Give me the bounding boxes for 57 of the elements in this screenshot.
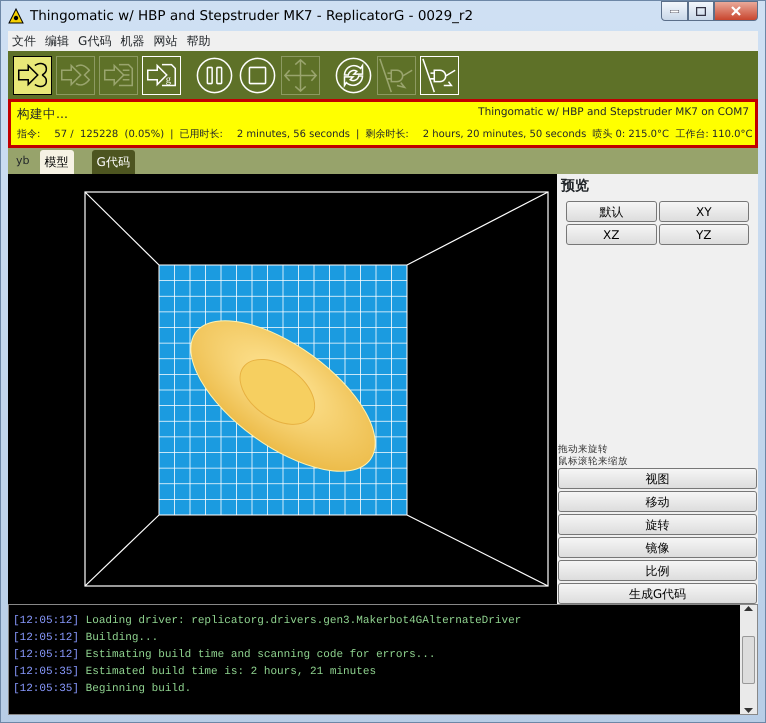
log-line: [12:05:35] Beginning build. [13,682,192,697]
tab[interactable]: G代码 [92,150,135,174]
field-value: 57 / 125228 (0.05%) [54,128,164,142]
menu-item[interactable]: 编辑 [45,32,69,50]
action-button[interactable]: 旋转 [558,514,757,535]
stop-icon [239,56,276,94]
log-line: [12:05:35] Estimated build time is: 2 hours, 21 minutes [13,665,378,680]
window-title: Thingomatic w/ HBP and Stepstruder MK7 - ReplicatorG - 0029_r2 [30,6,474,26]
action-button[interactable]: 移动 [558,491,757,512]
toolbar-button[interactable] [13,56,52,94]
log-line: [12:05:12] Estimating build time and scanning code for errors... [13,648,436,663]
close-button[interactable] [714,1,758,21]
hint-text: 鼠标滚轮来缩放 [558,456,629,468]
toolbar-button[interactable]: g [142,56,181,94]
separator: | [170,128,174,142]
field-value: 2 hours, 20 minutes, 50 seconds [422,128,586,142]
action-button[interactable]: 比例 [558,560,757,581]
scroll-up-icon[interactable] [744,605,753,611]
minimize-button[interactable] [661,1,688,21]
menu-item[interactable]: G代码 [78,32,112,50]
menu-item[interactable]: 机器 [120,32,144,50]
temperature-readout: 喷头 0: 215.0°C 工作台: 110.0°C [592,128,753,142]
plug-icon [421,56,458,94]
field-label: 剩余时长: [365,128,409,142]
menu-item[interactable]: 文件 [12,32,36,50]
tab[interactable]: 模型 [40,150,74,174]
maximize-button[interactable] [688,1,714,21]
action-button[interactable]: 镜像 [558,537,757,558]
minimize-icon [670,10,679,12]
app-icon [8,8,24,24]
plug-icon [378,56,415,94]
view-button[interactable]: XY [658,201,749,222]
four-arrows-icon [282,56,319,94]
separator: | [356,128,360,142]
action-button[interactable]: 生成G代码 [558,583,757,604]
refresh-icon [335,56,372,94]
field-label: 已用时长: [179,128,223,142]
maximize-icon [696,6,706,16]
view-button[interactable]: 默认 [566,201,656,222]
scrollbar[interactable] [740,605,757,714]
menu-item[interactable]: 帮助 [186,32,210,50]
action-button[interactable]: 视图 [558,468,757,489]
log-line: [12:05:12] Building... [13,631,160,646]
field-label: 指令: [17,128,40,142]
hint-text: 拖动来旋转 [558,444,609,456]
panel-title: 预览 [561,177,590,196]
view-button[interactable]: YZ [658,224,749,245]
machine-tag: yb [16,152,30,170]
field-value: 2 minutes, 56 seconds [236,128,350,142]
close-icon [731,6,741,16]
view-button[interactable]: XZ [566,224,656,245]
pause-icon [196,56,233,94]
scroll-down-icon[interactable] [744,708,753,714]
build-state: 构建中... [17,105,68,124]
log-line: [12:05:12] Loading driver: replicatorg.drivers.gen3.Makerbot4GAlternateDriver [13,614,522,629]
machine-port: Thingomatic w/ HBP and Stepstruder MK7 on COM7 [478,105,749,120]
menu-item[interactable]: 网站 [153,32,178,50]
